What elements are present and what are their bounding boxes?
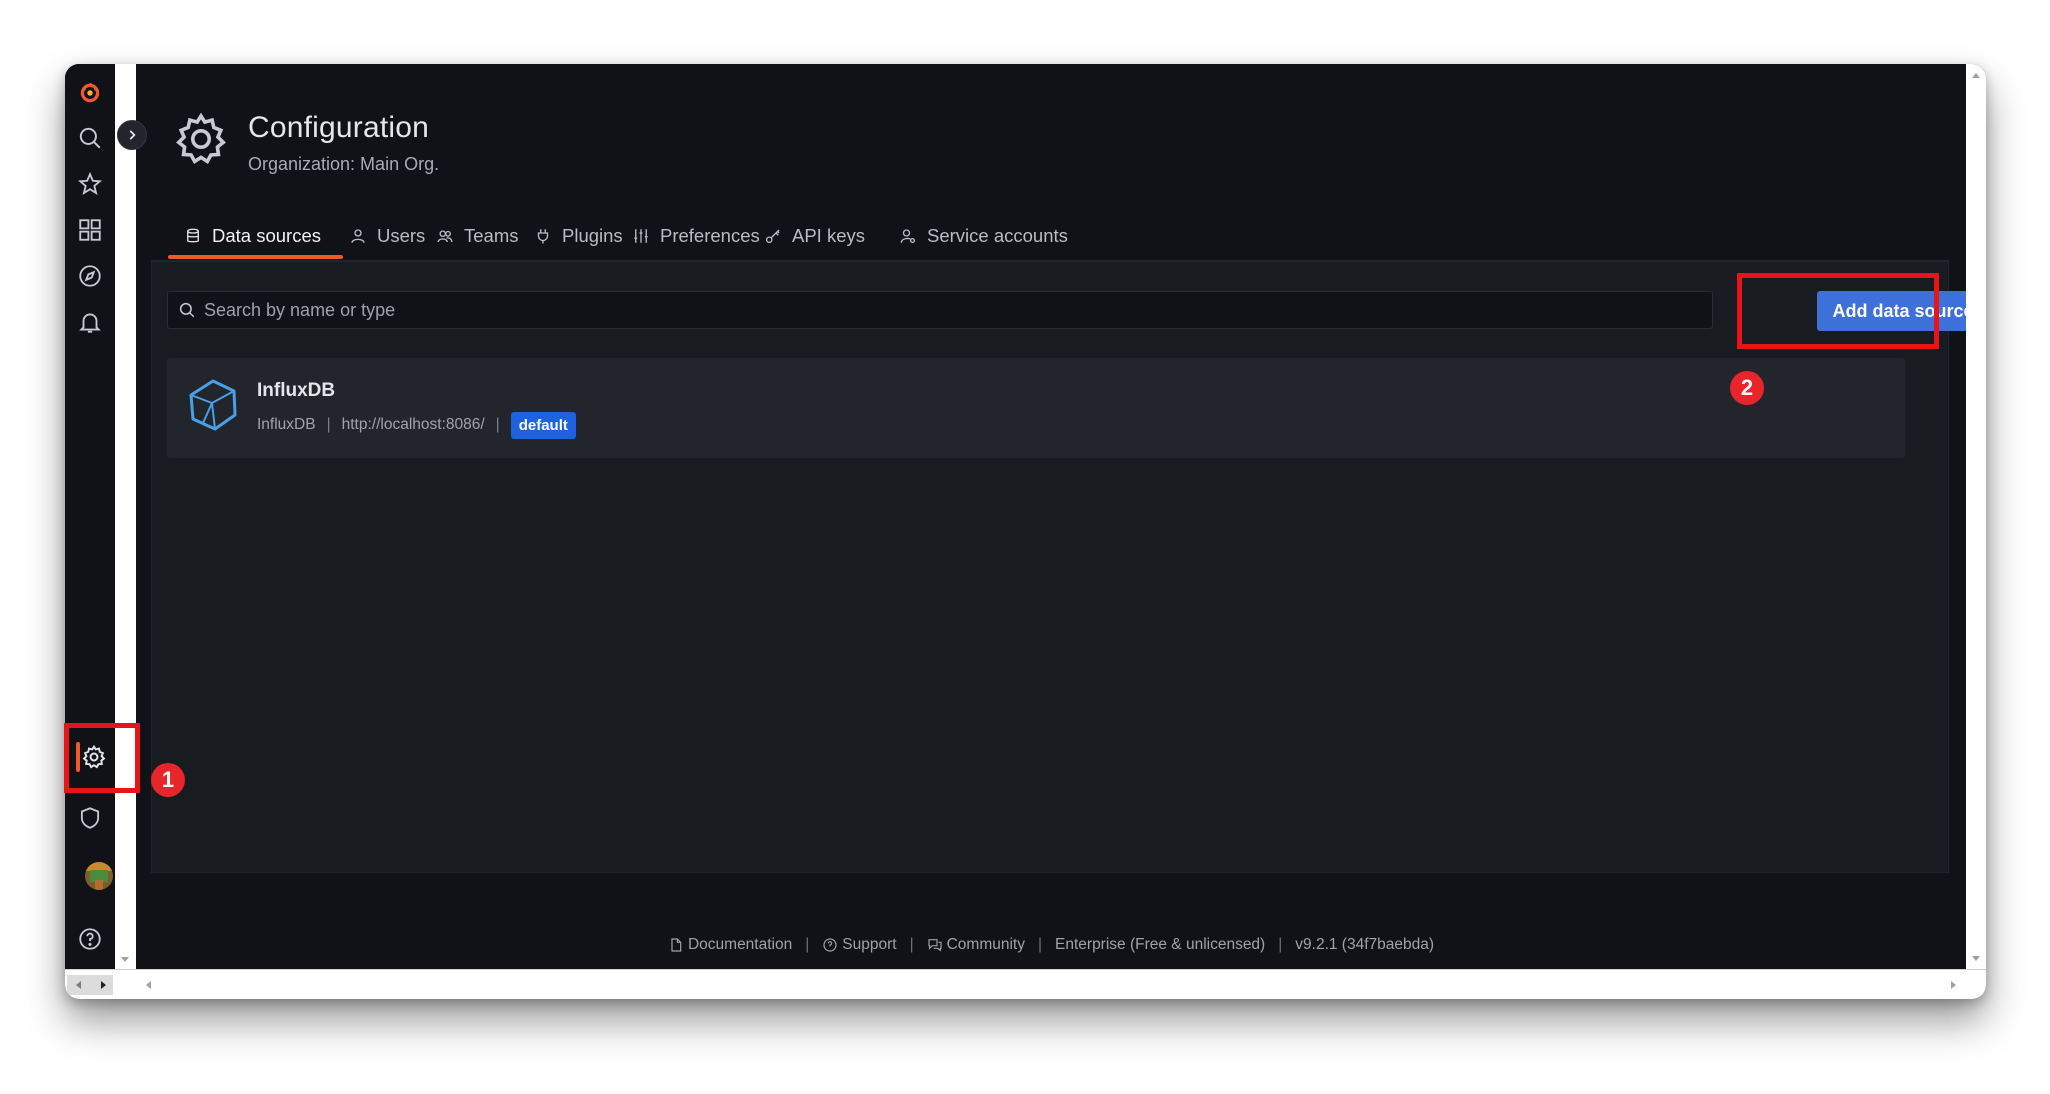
grafana-window: Configuration Organization: Main Org. Da… bbox=[65, 64, 1986, 999]
scroll-left-arrow-icon[interactable] bbox=[73, 979, 85, 991]
scroll-left-arrow-icon[interactable] bbox=[143, 979, 155, 991]
sidemenu-scrollbar[interactable] bbox=[115, 64, 136, 969]
annotation-box-1 bbox=[64, 723, 140, 793]
main-content: Configuration Organization: Main Org. Da… bbox=[136, 64, 1986, 969]
active-tab-underline bbox=[168, 255, 343, 259]
scroll-right-arrow-icon[interactable] bbox=[1947, 979, 1959, 991]
users-icon bbox=[437, 230, 453, 243]
tab-label: Preferences bbox=[660, 225, 760, 246]
tab-label: Teams bbox=[464, 225, 519, 246]
page-subtitle: Organization: Main Org. bbox=[248, 154, 440, 174]
config-header-gear-icon bbox=[176, 112, 226, 165]
page-title: Configuration bbox=[248, 111, 430, 144]
tab-label: Users bbox=[377, 225, 426, 246]
search-icon[interactable] bbox=[75, 123, 105, 153]
dashboards-icon[interactable] bbox=[75, 215, 105, 245]
horizontal-scrollbar[interactable] bbox=[65, 969, 1986, 999]
influxdb-logo-icon bbox=[189, 379, 237, 431]
separator: | bbox=[909, 936, 914, 953]
default-badge: default bbox=[510, 411, 576, 439]
datasource-url: http://localhost:8086/ bbox=[341, 416, 485, 433]
separator: | bbox=[1278, 936, 1283, 953]
tab-users[interactable]: Users bbox=[349, 214, 425, 258]
datasource-meta: InfluxDB | http://localhost:8086/ | defa… bbox=[257, 410, 576, 440]
grafana-logo-icon[interactable] bbox=[75, 78, 105, 108]
search-placeholder: Search by name or type bbox=[204, 300, 396, 320]
search-input[interactable]: Search by name or type bbox=[167, 291, 1713, 329]
side-menu bbox=[65, 64, 115, 969]
scroll-down-arrow-icon[interactable] bbox=[119, 953, 131, 965]
service-account-icon bbox=[900, 229, 916, 244]
footer-version: v9.2.1 (34f7baebda) bbox=[1295, 936, 1435, 953]
annotation-box-2 bbox=[1737, 273, 1939, 349]
annotation-number-2: 2 bbox=[1730, 371, 1764, 405]
datasource-card-influxdb[interactable]: InfluxDB InfluxDB | http://localhost:808… bbox=[167, 358, 1905, 458]
sliders-icon bbox=[634, 229, 648, 243]
tab-plugins[interactable]: Plugins bbox=[534, 214, 623, 258]
tab-teams[interactable]: Teams bbox=[436, 214, 519, 258]
plug-icon bbox=[537, 229, 549, 244]
data-sources-panel bbox=[151, 261, 1949, 873]
comments-icon bbox=[927, 939, 942, 952]
datasource-name: InfluxDB bbox=[257, 380, 336, 401]
shield-icon[interactable] bbox=[75, 803, 105, 833]
tab-label: Data sources bbox=[212, 225, 321, 246]
tab-api-keys[interactable]: API keys bbox=[764, 214, 865, 258]
tab-data-sources[interactable]: Data sources bbox=[184, 214, 321, 258]
tab-label: Plugins bbox=[562, 225, 623, 246]
footer-edition[interactable]: Enterprise (Free & unlicensed) bbox=[1055, 936, 1265, 954]
user-icon bbox=[351, 229, 365, 243]
star-icon[interactable] bbox=[75, 169, 105, 199]
scroll-up-arrow-icon[interactable] bbox=[1970, 70, 1982, 82]
explore-compass-icon[interactable] bbox=[75, 261, 105, 291]
scroll-right-arrow-icon[interactable] bbox=[97, 979, 109, 991]
chevron-right-icon bbox=[129, 130, 136, 140]
question-circle-icon bbox=[823, 938, 837, 952]
expand-menu-button[interactable] bbox=[117, 120, 147, 150]
footer-documentation-link[interactable]: Documentation bbox=[668, 936, 792, 954]
footer-documentation-label: Documentation bbox=[687, 936, 793, 953]
footer-community-label: Community bbox=[946, 936, 1025, 953]
vertical-scrollbar[interactable] bbox=[1966, 64, 1986, 969]
database-icon bbox=[187, 228, 199, 243]
search-icon bbox=[179, 302, 195, 318]
annotation-number-1: 1 bbox=[151, 763, 185, 797]
user-avatar[interactable] bbox=[85, 862, 113, 890]
document-icon bbox=[671, 938, 682, 952]
footer-community-link[interactable]: Community bbox=[927, 936, 1025, 954]
tab-service-accounts[interactable]: Service accounts bbox=[899, 214, 1068, 258]
separator: | bbox=[326, 416, 331, 433]
bell-icon[interactable] bbox=[75, 307, 105, 337]
footer: Documentation | Support | Community | En… bbox=[136, 936, 1966, 954]
key-icon bbox=[765, 229, 780, 244]
tab-label: Service accounts bbox=[927, 225, 1068, 246]
footer-support-label: Support bbox=[842, 936, 897, 953]
tab-preferences[interactable]: Preferences bbox=[632, 214, 760, 258]
tab-label: API keys bbox=[792, 225, 865, 246]
separator: | bbox=[805, 936, 810, 953]
datasource-type: InfluxDB bbox=[257, 416, 316, 433]
footer-support-link[interactable]: Support bbox=[822, 936, 897, 954]
separator: | bbox=[495, 416, 500, 433]
separator: | bbox=[1037, 936, 1043, 953]
scroll-down-arrow-icon[interactable] bbox=[1970, 952, 1982, 964]
help-icon[interactable] bbox=[75, 924, 105, 954]
